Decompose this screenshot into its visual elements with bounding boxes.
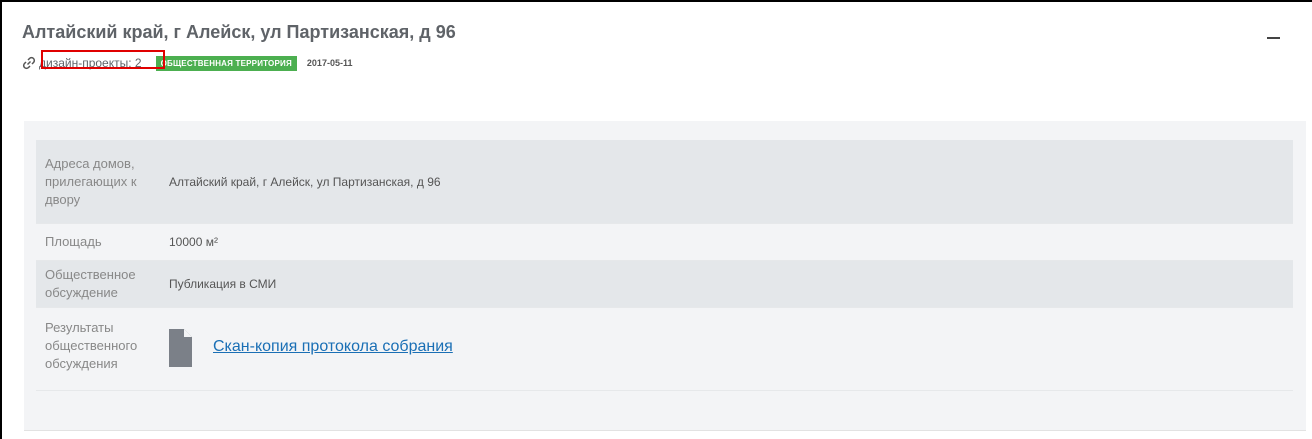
table-row: Адреса домов, прилегающих к двору Алтайс…: [36, 140, 1293, 224]
collapse-button[interactable]: [1267, 32, 1283, 42]
row-label: Результаты общественного обсуждения: [45, 320, 138, 371]
card-title: Алтайский край, г Алейск, ул Партизанска…: [22, 22, 456, 42]
table-row: Площадь 10000 м²: [36, 224, 1293, 261]
minus-icon: [1267, 37, 1280, 39]
status-badge: ОБЩЕСТВЕННАЯ ТЕРРИТОРИЯ: [155, 55, 297, 71]
protocol-file-link[interactable]: Скан-копия протокола собрания: [213, 338, 453, 356]
table-row: Общественное обсуждение Публикация в СМИ: [36, 261, 1293, 308]
card-header: Алтайский край, г Алейск, ул Партизанска…: [22, 22, 1312, 112]
link-icon: [22, 56, 36, 70]
divider: [24, 430, 1306, 431]
date-label: 2017-05-11: [306, 58, 353, 68]
row-label: Адреса домов, прилегающих к двору: [45, 155, 137, 207]
row-value: Алтайский край, г Алейск, ул Партизанска…: [169, 174, 441, 189]
details-panel: Адреса домов, прилегающих к двору Алтайс…: [24, 121, 1306, 430]
row-value: 10000 м²: [169, 235, 218, 249]
row-label: Площадь: [45, 234, 102, 249]
row-value: Скан-копия протокола собрания: [169, 319, 453, 367]
row-label: Общественное обсуждение: [45, 267, 136, 300]
table-row: Результаты общественного обсуждения Скан…: [36, 308, 1293, 391]
details-table: Адреса домов, прилегающих к двору Алтайс…: [36, 140, 1293, 391]
document-icon[interactable]: [169, 329, 192, 367]
card-meta: дизайн-проекты: 2 ОБЩЕСТВЕННАЯ ТЕРРИТОРИ…: [22, 50, 353, 72]
row-value: Публикация в СМИ: [169, 277, 277, 291]
design-projects-link[interactable]: дизайн-проекты: 2: [39, 56, 142, 70]
